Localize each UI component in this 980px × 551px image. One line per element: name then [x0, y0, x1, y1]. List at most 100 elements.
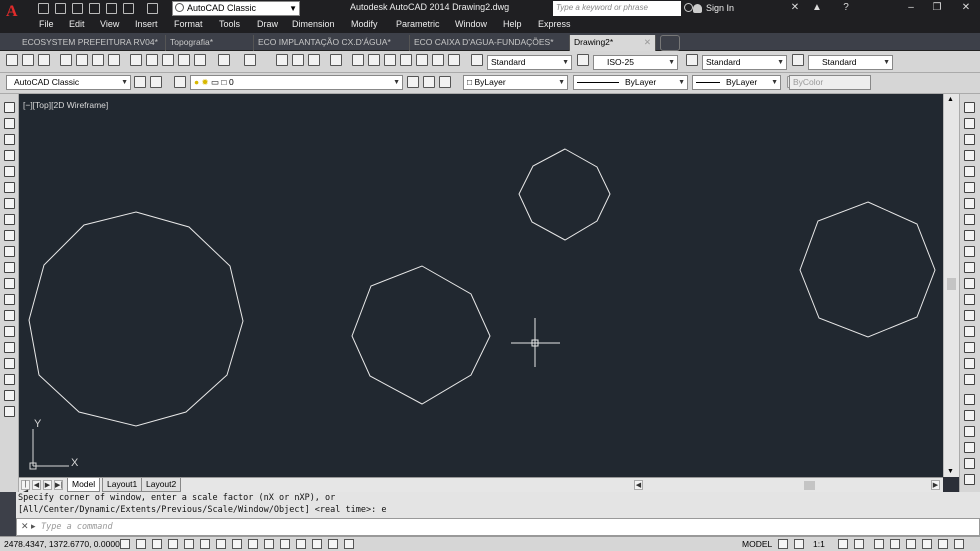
ellipse-icon[interactable]: [4, 246, 15, 257]
layer-properties-icon[interactable]: [174, 76, 186, 88]
new-icon[interactable]: [38, 3, 49, 14]
trim-icon[interactable]: [964, 246, 975, 257]
scale-icon[interactable]: [964, 214, 975, 225]
quick-view-layouts-icon[interactable]: [778, 539, 788, 549]
polygon-shape[interactable]: [351, 265, 491, 405]
join-icon[interactable]: [964, 310, 975, 321]
color-select[interactable]: □ ByLayer ▼: [463, 75, 568, 90]
break-at-point-icon[interactable]: [964, 278, 975, 289]
add-selected-icon[interactable]: [4, 406, 15, 417]
break-icon[interactable]: [964, 294, 975, 305]
polyline-icon[interactable]: [4, 134, 15, 145]
open-icon[interactable]: [55, 3, 66, 14]
search-icon[interactable]: [684, 3, 693, 12]
zoom-window-icon[interactable]: [308, 54, 320, 66]
menu-tools[interactable]: Tools: [219, 19, 240, 29]
doc-tab[interactable]: Topografia*: [166, 35, 254, 51]
workspace-select[interactable]: AutoCAD Classic ▼: [6, 75, 131, 90]
layer-select[interactable]: ● ✹ ▭ □ 0 ▼: [190, 75, 403, 90]
3d-object-snap-icon[interactable]: [216, 539, 226, 549]
sheet-set-icon[interactable]: [400, 54, 412, 66]
object-snap-icon[interactable]: [200, 539, 210, 549]
scroll-down-icon[interactable]: ▼: [947, 468, 954, 475]
status-menu-icon[interactable]: [938, 539, 948, 549]
linetype-select[interactable]: ByLayer ▼: [573, 75, 688, 90]
match-properties-icon[interactable]: [178, 54, 190, 66]
next-layout-icon[interactable]: ▶: [43, 480, 52, 490]
redo-icon[interactable]: [244, 54, 256, 66]
text-style-icon[interactable]: [471, 54, 483, 66]
annotation-visibility-icon[interactable]: [838, 539, 848, 549]
polygon-icon[interactable]: [4, 150, 15, 161]
close-button[interactable]: ✕: [952, 0, 980, 17]
drawing-canvas[interactable]: Y X [−][Top][2D Wireframe]: [19, 94, 943, 477]
clean-screen-icon[interactable]: [954, 539, 964, 549]
array-icon[interactable]: [964, 166, 975, 177]
design-center-icon[interactable]: [368, 54, 380, 66]
circle-icon[interactable]: [4, 198, 15, 209]
plot-preview-icon[interactable]: [76, 54, 88, 66]
hatch-to-back-icon[interactable]: [964, 458, 975, 469]
vertical-scrollbar[interactable]: ▲ ▼: [943, 94, 959, 477]
dim-style-icon[interactable]: [577, 54, 589, 66]
gradient-icon[interactable]: [4, 342, 15, 353]
stretch-icon[interactable]: [964, 230, 975, 241]
rectangle-icon[interactable]: [4, 166, 15, 177]
help-button[interactable]: ?: [838, 0, 854, 17]
erase-icon[interactable]: [964, 102, 975, 113]
scroll-right-icon[interactable]: ▶: [931, 480, 940, 490]
restore-button[interactable]: ❐: [924, 0, 950, 17]
menu-window[interactable]: Window: [455, 19, 487, 29]
app-menu-button[interactable]: A: [0, 0, 28, 33]
last-layout-icon[interactable]: ▶|: [54, 480, 63, 490]
workspace-switching-icon[interactable]: [874, 539, 884, 549]
doc-tab-active[interactable]: Drawing2* ✕: [570, 35, 656, 51]
close-command-icon[interactable]: ✕: [21, 521, 29, 532]
command-input[interactable]: ✕ ▸ Type a command: [16, 518, 980, 536]
construction-line-icon[interactable]: [4, 118, 15, 129]
scroll-thumb[interactable]: [947, 278, 956, 290]
scroll-left-icon[interactable]: ◀: [634, 480, 643, 490]
cut-icon[interactable]: [130, 54, 142, 66]
chamfer-icon[interactable]: [964, 326, 975, 337]
properties-icon[interactable]: [352, 54, 364, 66]
polygon-shape[interactable]: [518, 148, 611, 241]
3d-print-icon[interactable]: [108, 54, 120, 66]
auto-scale-icon[interactable]: [854, 539, 864, 549]
menu-dimension[interactable]: Dimension: [292, 19, 335, 29]
infer-constraints-icon[interactable]: [120, 539, 130, 549]
zoom-previous-icon[interactable]: [330, 54, 342, 66]
doc-tab[interactable]: ECO IMPLANTAÇÃO CX.D'ÁGUA*: [254, 35, 410, 51]
copy-icon[interactable]: [964, 118, 975, 129]
redo-icon[interactable]: [147, 3, 158, 14]
search-input[interactable]: Type a keyword or phrase: [553, 1, 681, 16]
rotate-icon[interactable]: [964, 198, 975, 209]
blend-curves-icon[interactable]: [964, 358, 975, 369]
annotation-scale[interactable]: 1:1: [813, 539, 825, 549]
model-space[interactable]: Y X: [19, 94, 943, 477]
previous-layout-icon[interactable]: ◀: [32, 480, 41, 490]
customize-command-icon[interactable]: ▸: [31, 521, 36, 532]
a360-icon[interactable]: ▲: [808, 0, 826, 17]
viewport-controls[interactable]: [−][Top][2D Wireframe]: [23, 100, 108, 110]
dynamic-ucs-icon[interactable]: [248, 539, 258, 549]
quick-properties-icon[interactable]: [312, 539, 322, 549]
horizontal-scroll-thumb[interactable]: [804, 481, 815, 490]
text-to-front-icon[interactable]: [964, 442, 975, 453]
move-icon[interactable]: [964, 182, 975, 193]
snap-mode-icon[interactable]: [136, 539, 146, 549]
plot-icon[interactable]: [60, 54, 72, 66]
menu-edit[interactable]: Edit: [69, 19, 85, 29]
bring-forward-icon[interactable]: [964, 410, 975, 421]
text-style-select[interactable]: Standard ▼: [487, 55, 572, 70]
tab-layout1[interactable]: Layout1: [102, 478, 143, 492]
table-style-icon[interactable]: [686, 54, 698, 66]
insert-block-icon[interactable]: [4, 278, 15, 289]
new-tab-button[interactable]: [660, 35, 680, 51]
polygon-shape[interactable]: [28, 211, 244, 427]
exchange-icon[interactable]: ✕: [786, 0, 804, 17]
qnew-icon[interactable]: [6, 54, 18, 66]
zoom-realtime-icon[interactable]: [292, 54, 304, 66]
tab-layout2[interactable]: Layout2: [141, 478, 182, 492]
mirror-icon[interactable]: [964, 134, 975, 145]
